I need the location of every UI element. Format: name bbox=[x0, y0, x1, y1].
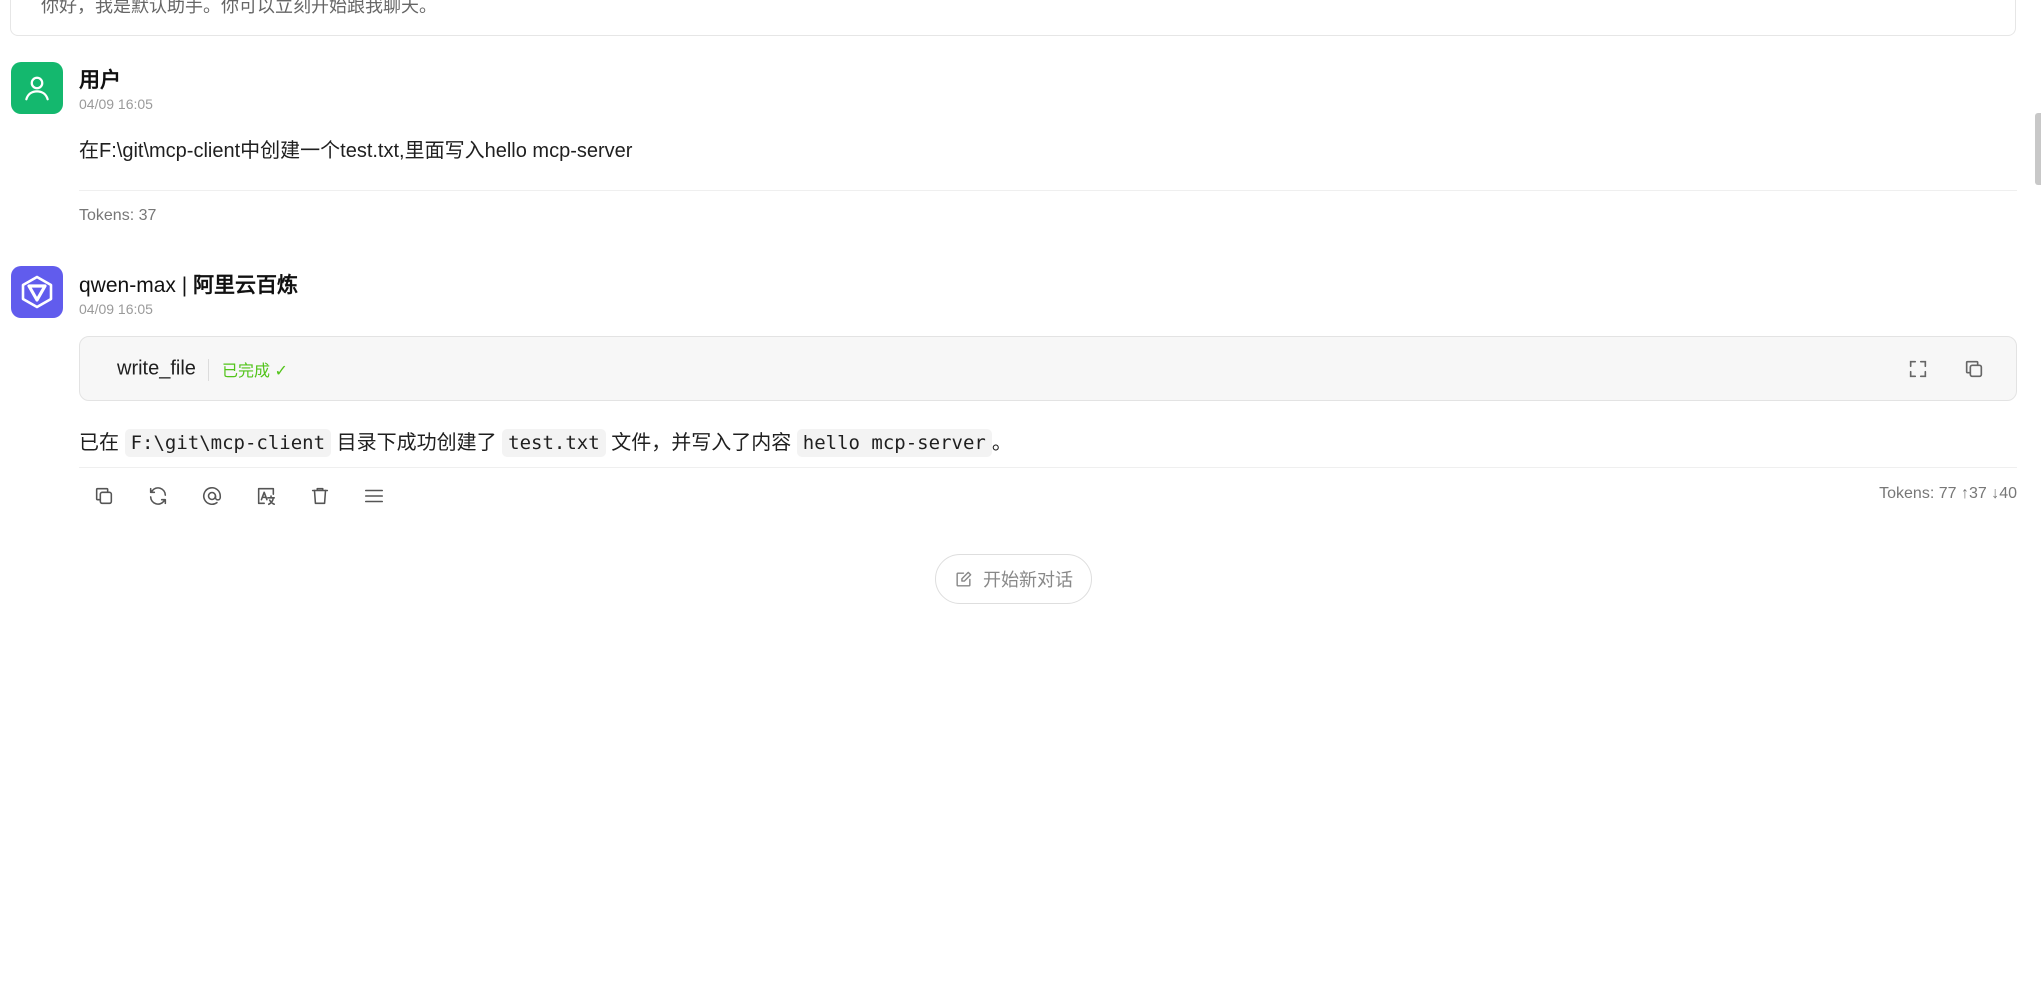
greeting-message: 你好，我是默认助手。你可以立刻开始跟我聊天。 bbox=[10, 0, 2016, 36]
delete-icon[interactable] bbox=[304, 480, 336, 512]
tool-call-card[interactable]: write_file 已完成 ✓ bbox=[79, 336, 2017, 401]
assistant-reply: 已在 F:\git\mcp-client 目录下成功创建了 test.txt 文… bbox=[79, 426, 1012, 457]
reply-text: 文件，并写入了内容 bbox=[611, 432, 792, 454]
fullscreen-icon[interactable] bbox=[1904, 355, 1932, 383]
reply-code-filename: test.txt bbox=[502, 429, 606, 457]
copy-icon[interactable] bbox=[1960, 355, 1988, 383]
user-message-time: 04/09 16:05 bbox=[79, 96, 153, 112]
new-chat-label: 开始新对话 bbox=[983, 570, 1073, 590]
tool-divider bbox=[208, 359, 209, 381]
user-message-content: 在F:\git\mcp-client中创建一个test.txt,里面写入hell… bbox=[79, 140, 633, 162]
provider-name: 阿里云百炼 bbox=[193, 274, 298, 297]
menu-icon[interactable] bbox=[358, 480, 390, 512]
message-divider bbox=[79, 190, 2017, 191]
user-token-count: Tokens: 37 bbox=[79, 207, 157, 224]
tool-status: 已完成 ✓ bbox=[222, 362, 288, 380]
message-action-bar bbox=[88, 480, 390, 512]
assistant-token-count: Tokens: 77 ↑37 ↓40 bbox=[1879, 485, 2017, 502]
assistant-name: qwen-max | 阿里云百炼 bbox=[79, 269, 298, 299]
tool-name: write_file bbox=[117, 357, 196, 379]
reply-text: 已在 bbox=[79, 432, 119, 454]
new-chat-button[interactable]: 开始新对话 bbox=[935, 554, 1092, 604]
edit-icon bbox=[956, 571, 972, 587]
reply-text: 目录下成功创建了 bbox=[336, 432, 497, 454]
assistant-message-time: 04/09 16:05 bbox=[79, 301, 153, 317]
translate-icon[interactable] bbox=[250, 480, 282, 512]
mention-icon[interactable] bbox=[196, 480, 228, 512]
reply-code-path: F:\git\mcp-client bbox=[124, 429, 332, 457]
message-divider bbox=[79, 467, 2017, 468]
user-avatar bbox=[11, 62, 63, 114]
greeting-text: 你好，我是默认助手。你可以立刻开始跟我聊天。 bbox=[41, 0, 437, 16]
model-name: qwen-max bbox=[79, 274, 176, 297]
chat-page: 你好，我是默认助手。你可以立刻开始跟我聊天。 用户 04/09 16:05 在F… bbox=[0, 0, 2041, 1007]
reply-code-content: hello mcp-server bbox=[796, 429, 992, 457]
user-icon bbox=[25, 76, 49, 101]
reply-text: 。 bbox=[991, 432, 1012, 454]
assistant-avatar bbox=[11, 266, 63, 318]
name-separator: | bbox=[175, 274, 193, 297]
scrollbar[interactable] bbox=[2035, 113, 2041, 185]
qwen-logo-icon bbox=[21, 275, 53, 309]
regenerate-icon[interactable] bbox=[142, 480, 174, 512]
copy-icon[interactable] bbox=[88, 480, 120, 512]
user-name: 用户 bbox=[79, 69, 121, 92]
